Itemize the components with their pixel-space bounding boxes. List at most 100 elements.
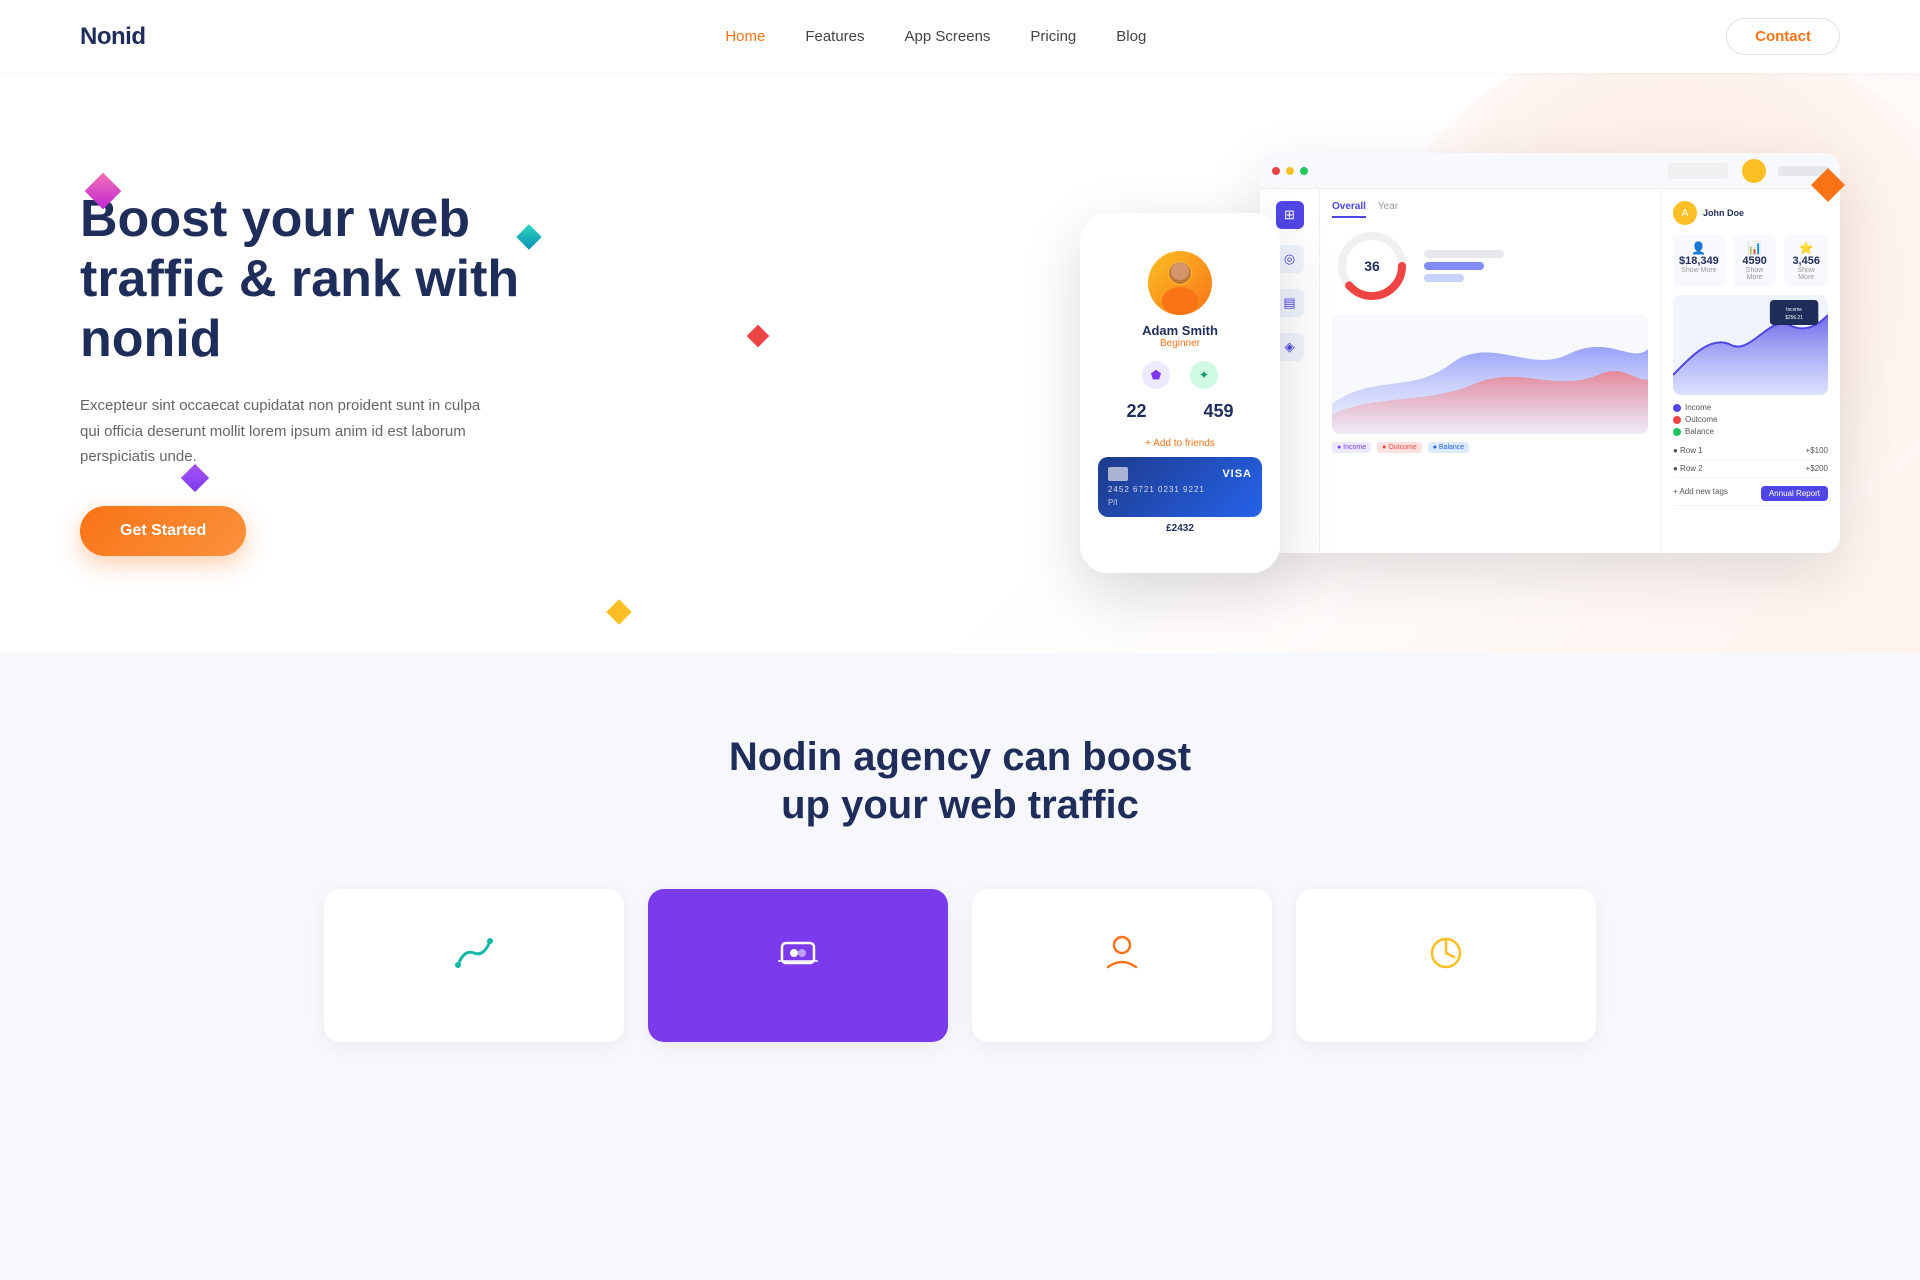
svg-text:$256.21: $256.21 [1785,315,1803,321]
kpi-card-1: 👤 $18,349 Show More [1673,235,1725,287]
dashboard-legend: Income Outcome Balance [1673,403,1828,436]
phone-user-name: Adam Smith [1142,323,1218,338]
annual-report-button[interactable]: Annual Report [1761,486,1828,501]
kpi-val-2: 4590 [1739,255,1771,267]
nav-home[interactable]: Home [725,28,765,45]
get-started-button[interactable]: Get Started [80,506,246,556]
dashboard-body: ⊞ ◎ ▤ ◈ Overall Year [1260,189,1840,553]
nav-features[interactable]: Features [805,28,864,45]
legend-label-outcome: Outcome [1685,415,1717,424]
gauge-chart: 36 [1332,226,1412,306]
nav-links: Home Features App Screens Pricing Blog [725,28,1146,45]
kpi-icon-1: 👤 [1679,241,1719,255]
kpi-label-2: Show More [1739,267,1771,281]
dashboard-line-chart: Income $256.21 [1673,295,1828,395]
gauge-value: 36 [1364,258,1380,274]
phone-stat-2-num: 459 [1203,401,1233,422]
hero-description: Excepteur sint occaecat cupidatat non pr… [80,393,500,470]
table-row-1: ● Row 1+$100 [1673,442,1828,460]
legend-label-balance: Balance [1685,427,1714,436]
phone-visa-card: VISA 2452 6721 0231 9221 P/I [1098,457,1262,517]
legend-dot-income [1673,404,1681,412]
feature-icon-2 [672,929,924,986]
kpi-icon-2: 📊 [1739,241,1771,255]
phone-stats: 22 459 [1098,401,1262,422]
phone-stat-1: 22 [1126,401,1146,422]
nav-pricing[interactable]: Pricing [1030,28,1076,45]
kpi-card-2: 📊 4590 Show More [1733,235,1777,287]
tag-1: ● Income [1332,442,1371,453]
feature-icon-1 [348,929,600,986]
card-number: 2452 6721 0231 9221 [1108,485,1252,494]
dashboard-user-avatar: A [1673,201,1697,225]
hero-mockups: Adam Smith Beginner ⬟ ✦ 22 459 + Add to … [600,153,1840,573]
tag-3: ● Balance [1428,442,1469,453]
phone-icon-1[interactable]: ⬟ [1142,361,1170,389]
contact-button[interactable]: Contact [1726,18,1840,55]
kpi-val-3: 3,456 [1790,255,1822,267]
feature-card-4 [1296,889,1596,1042]
window-dot-yellow [1286,167,1294,175]
kpi-card-3: ⭐ 3,456 Show More [1784,235,1828,287]
dashboard-main-area: Overall Year 36 [1320,189,1660,553]
phone-icon-2[interactable]: ✦ [1190,361,1218,389]
dashboard-user-info: A John Doe [1673,201,1828,225]
features-headline: Nodin agency can boostup your web traffi… [80,733,1840,829]
dashboard-tabs: Overall Year [1332,201,1648,218]
phone-stat-1-num: 22 [1126,401,1146,422]
legend-label-income: Income [1685,403,1711,412]
window-dot-red [1272,167,1280,175]
phone-mockup: Adam Smith Beginner ⬟ ✦ 22 459 + Add to … [1080,213,1280,573]
sidebar-icon-active[interactable]: ⊞ [1276,201,1304,229]
phone-user-role: Beginner [1160,338,1200,349]
tag-2: ● Outcome [1377,442,1422,453]
card-bottom: P/I [1108,498,1252,507]
feature-card-2 [648,889,948,1042]
svg-text:Income: Income [1786,307,1802,313]
card-balance: £2432 [1098,523,1262,534]
table-row-2: ● Row 2+$200 [1673,460,1828,478]
legend-item-balance: Balance [1673,427,1828,436]
legend-item-outcome: Outcome [1673,415,1828,424]
legend-item-income: Income [1673,403,1828,412]
kpi-label-3: Show More [1790,267,1822,281]
legend-dot-outcome [1673,416,1681,424]
nav-app-screens[interactable]: App Screens [905,28,991,45]
phone-action-icons: ⬟ ✦ [1142,361,1218,389]
gauge-bar-2 [1424,262,1484,270]
navbar: Nonid Home Features App Screens Pricing … [0,0,1920,73]
visa-logo: VISA [1222,468,1252,480]
hero-section: Boost your web traffic & rank with nonid… [0,73,1920,653]
gauge-bar-1 [1424,250,1504,258]
phone-stat-2: 459 [1203,401,1233,422]
dashboard-header [1260,153,1840,189]
features-row [80,889,1840,1042]
add-friends-link[interactable]: + Add to friends [1145,438,1215,449]
features-section: Nodin agency can boostup your web traffi… [0,653,1920,1102]
legend-dot-balance [1673,428,1681,436]
window-dot-green [1300,167,1308,175]
kpi-icon-3: ⭐ [1790,241,1822,255]
kpi-label-1: Show More [1679,267,1719,274]
brand-logo: Nonid [80,23,145,51]
tab-overall[interactable]: Overall [1332,201,1366,218]
hero-content: Boost your web traffic & rank with nonid… [80,190,600,556]
feature-icon-3 [996,929,1248,986]
feature-card-1 [324,889,624,1042]
nav-blog[interactable]: Blog [1116,28,1146,45]
dashboard-tags: ● Income ● Outcome ● Balance [1332,442,1648,453]
dashboard-mockup: ⊞ ◎ ▤ ◈ Overall Year [1260,153,1840,553]
dashboard-right-panel: A John Doe 👤 $18,349 Show More 📊 4590 Sh… [1660,189,1840,553]
dashboard-user-name: John Doe [1703,208,1744,218]
dashboard-kpi-row: 👤 $18,349 Show More 📊 4590 Show More ⭐ 3… [1673,235,1828,287]
card-expiry: P/I [1108,498,1118,507]
table-row-3: + Add new tags Annual Report [1673,478,1828,506]
kpi-val-1: $18,349 [1679,255,1719,267]
hero-headline: Boost your web traffic & rank with nonid [80,190,600,369]
dashboard-area-chart [1332,314,1648,434]
tab-year[interactable]: Year [1378,201,1398,218]
phone-avatar [1148,251,1212,315]
feature-card-3 [972,889,1272,1042]
diamond-yellow-icon [606,599,631,624]
feature-icon-4 [1320,929,1572,986]
